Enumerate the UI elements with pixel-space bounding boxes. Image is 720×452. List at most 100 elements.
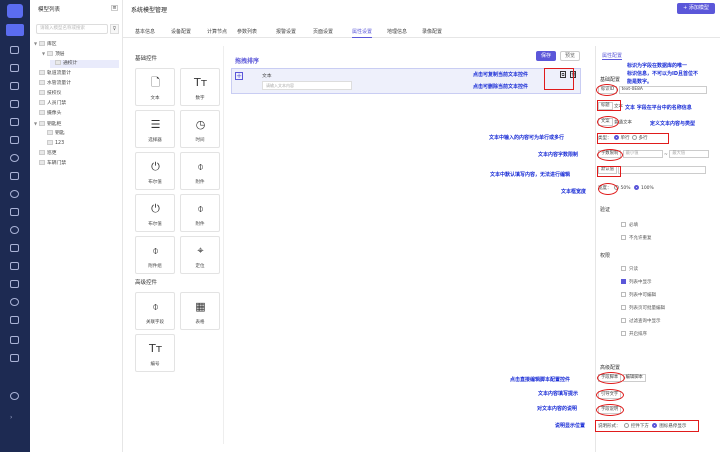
nav-clipboard-icon[interactable] <box>10 136 19 144</box>
annotation-default: 文本中默认填写内容，无法进行编辑 <box>490 172 571 178</box>
control-card[interactable]: ⌽ 附件 <box>180 152 220 190</box>
control-card[interactable]: ◷ 时间 <box>180 110 220 148</box>
nav-table2-icon[interactable] <box>10 336 19 344</box>
tree-node[interactable]: 通校计 <box>50 60 119 68</box>
highlight-width <box>598 183 618 195</box>
control-card[interactable]: ▦ 表格 <box>180 292 220 330</box>
nav-settings-icon[interactable] <box>10 154 19 162</box>
tab-item[interactable]: 参数列表 <box>237 28 257 38</box>
tree-node[interactable]: 轨道流量计 <box>34 70 119 78</box>
basic-controls-title: 基础控件 <box>135 56 158 62</box>
tree-node[interactable]: 摄像头 <box>34 110 119 118</box>
tree-node[interactable]: 巡更 <box>34 150 119 158</box>
nav-grid-icon[interactable] <box>10 82 19 90</box>
nav-gear-icon[interactable] <box>10 226 19 234</box>
add-model-button[interactable]: + 添加模型 <box>677 3 715 14</box>
nav-apps2-icon[interactable] <box>10 208 19 216</box>
checkbox-item[interactable]: 必填 <box>621 222 638 230</box>
nav-apps4-icon[interactable] <box>10 262 19 270</box>
min-input[interactable]: 最小值 <box>622 150 663 158</box>
highlight-default <box>597 166 621 177</box>
nav-lock-icon[interactable] <box>10 64 19 72</box>
highlight-content <box>597 116 619 128</box>
id-input[interactable]: text-0E8A <box>618 86 707 94</box>
nav-apps-icon[interactable] <box>10 172 19 180</box>
tree-node[interactable]: 钥匙 <box>42 130 119 138</box>
nav-doc-icon[interactable] <box>10 100 19 108</box>
text-field-control[interactable]: + 文本 请输入文本内容 ⧉ 🗑 <box>231 68 581 94</box>
checkbox-item[interactable]: 只读 <box>621 266 638 274</box>
checkbox[interactable] <box>621 305 626 310</box>
nav-target-icon[interactable] <box>10 190 19 198</box>
checkbox-item[interactable]: 列表中可编辑 <box>621 292 656 300</box>
control-card[interactable]: Tт 编号 <box>135 334 175 372</box>
highlight-script <box>597 372 625 384</box>
checkbox[interactable] <box>621 235 626 240</box>
nav-monitor-icon[interactable] <box>10 46 19 54</box>
tab-item[interactable]: 属性设置 <box>352 28 373 38</box>
tree-search-input[interactable]: 请输入模型名称或搜索 <box>36 24 108 34</box>
checkbox[interactable] <box>621 292 626 297</box>
control-card[interactable]: 🗋 文本 <box>135 68 175 106</box>
control-card[interactable]: ⏻ 布尔值 <box>135 152 175 190</box>
tree-node[interactable]: ▼ 顶层 <box>42 50 119 58</box>
edit-script-button[interactable]: 编辑脚本 <box>622 374 646 382</box>
nav-table-icon[interactable] <box>10 316 19 324</box>
checkbox-item[interactable]: 过滤查询中显示 <box>621 318 661 326</box>
tree-node-label: 123 <box>55 141 65 146</box>
tree-node[interactable]: ▼ 钥匙柜 <box>34 120 119 128</box>
tab-item[interactable]: 报警设置 <box>276 28 296 38</box>
preview-button[interactable]: 预览 <box>560 51 580 61</box>
tab-item[interactable]: 设备配置 <box>171 28 191 38</box>
max-input[interactable]: 最大值 <box>669 150 710 158</box>
user-avatar-icon[interactable] <box>10 392 19 400</box>
tree-node[interactable]: 水管流量计 <box>34 80 119 88</box>
control-card[interactable]: ⏻ 布尔值 <box>135 194 175 232</box>
radio-100[interactable] <box>633 185 639 190</box>
checkbox-item[interactable]: 列表页可批量编辑 <box>621 305 665 313</box>
tree-node[interactable]: 车辆门禁 <box>34 160 119 168</box>
nav-report-icon[interactable] <box>10 280 19 288</box>
tab-property-config[interactable]: 属性配置 <box>602 52 623 60</box>
checkbox[interactable] <box>621 266 626 271</box>
drag-add-icon[interactable]: + <box>235 72 243 80</box>
nav-apps3-icon[interactable] <box>10 244 19 252</box>
tab-item[interactable]: 录像配置 <box>422 28 442 38</box>
tree-node[interactable]: 技校仪 <box>34 90 119 98</box>
expand-icon[interactable]: › <box>10 414 19 422</box>
checkbox[interactable] <box>621 279 626 284</box>
nav-home-icon[interactable] <box>6 24 24 36</box>
control-card[interactable]: ⌽ 附件 <box>180 194 220 232</box>
checkbox[interactable] <box>621 222 626 227</box>
tab-item[interactable]: 页面设置 <box>313 28 333 38</box>
tree-node[interactable]: 123 <box>42 140 119 148</box>
w50-label: 50% <box>620 186 631 191</box>
tab-item[interactable]: 基本信息 <box>135 28 155 38</box>
control-card[interactable]: ☰ 选择器 <box>135 110 175 148</box>
default-input[interactable] <box>618 166 707 174</box>
control-card[interactable]: ⌽ 关联字段 <box>135 292 175 330</box>
checkbox-item[interactable]: 不允许重复 <box>621 235 652 243</box>
filter-icon[interactable]: ⊽ <box>110 24 119 34</box>
nav-list-icon[interactable] <box>10 118 19 126</box>
nav-more-icon[interactable] <box>10 354 19 362</box>
control-card[interactable]: ⌖ 定位 <box>180 236 220 274</box>
tree-node[interactable]: 人员门禁 <box>34 100 119 108</box>
control-card[interactable]: ⌽ 附件组 <box>135 236 175 274</box>
tree-node-label: 车辆门禁 <box>47 161 67 166</box>
checkbox-item[interactable]: 开启排序 <box>621 331 647 339</box>
nav-user-icon[interactable] <box>10 298 19 306</box>
tab-item[interactable]: 地理信息 <box>387 28 407 38</box>
menu-icon[interactable]: ≡ <box>111 5 118 11</box>
checkbox-item[interactable]: 列表中显示 <box>621 279 652 287</box>
checkbox[interactable] <box>621 318 626 323</box>
tab-item[interactable]: 计算节点 <box>207 28 227 38</box>
checkbox[interactable] <box>621 331 626 336</box>
tree-node[interactable]: ▼ 库区 <box>34 40 119 48</box>
folder-icon <box>47 51 53 56</box>
save-button[interactable]: 保存 <box>536 51 556 61</box>
control-card[interactable]: Tт 数字 <box>180 68 220 106</box>
annotation-id-3: 能是数字。 <box>627 79 653 85</box>
checkbox-label: 列表页可批量编辑 <box>629 306 665 311</box>
field-input[interactable]: 请输入文本内容 <box>262 81 352 90</box>
